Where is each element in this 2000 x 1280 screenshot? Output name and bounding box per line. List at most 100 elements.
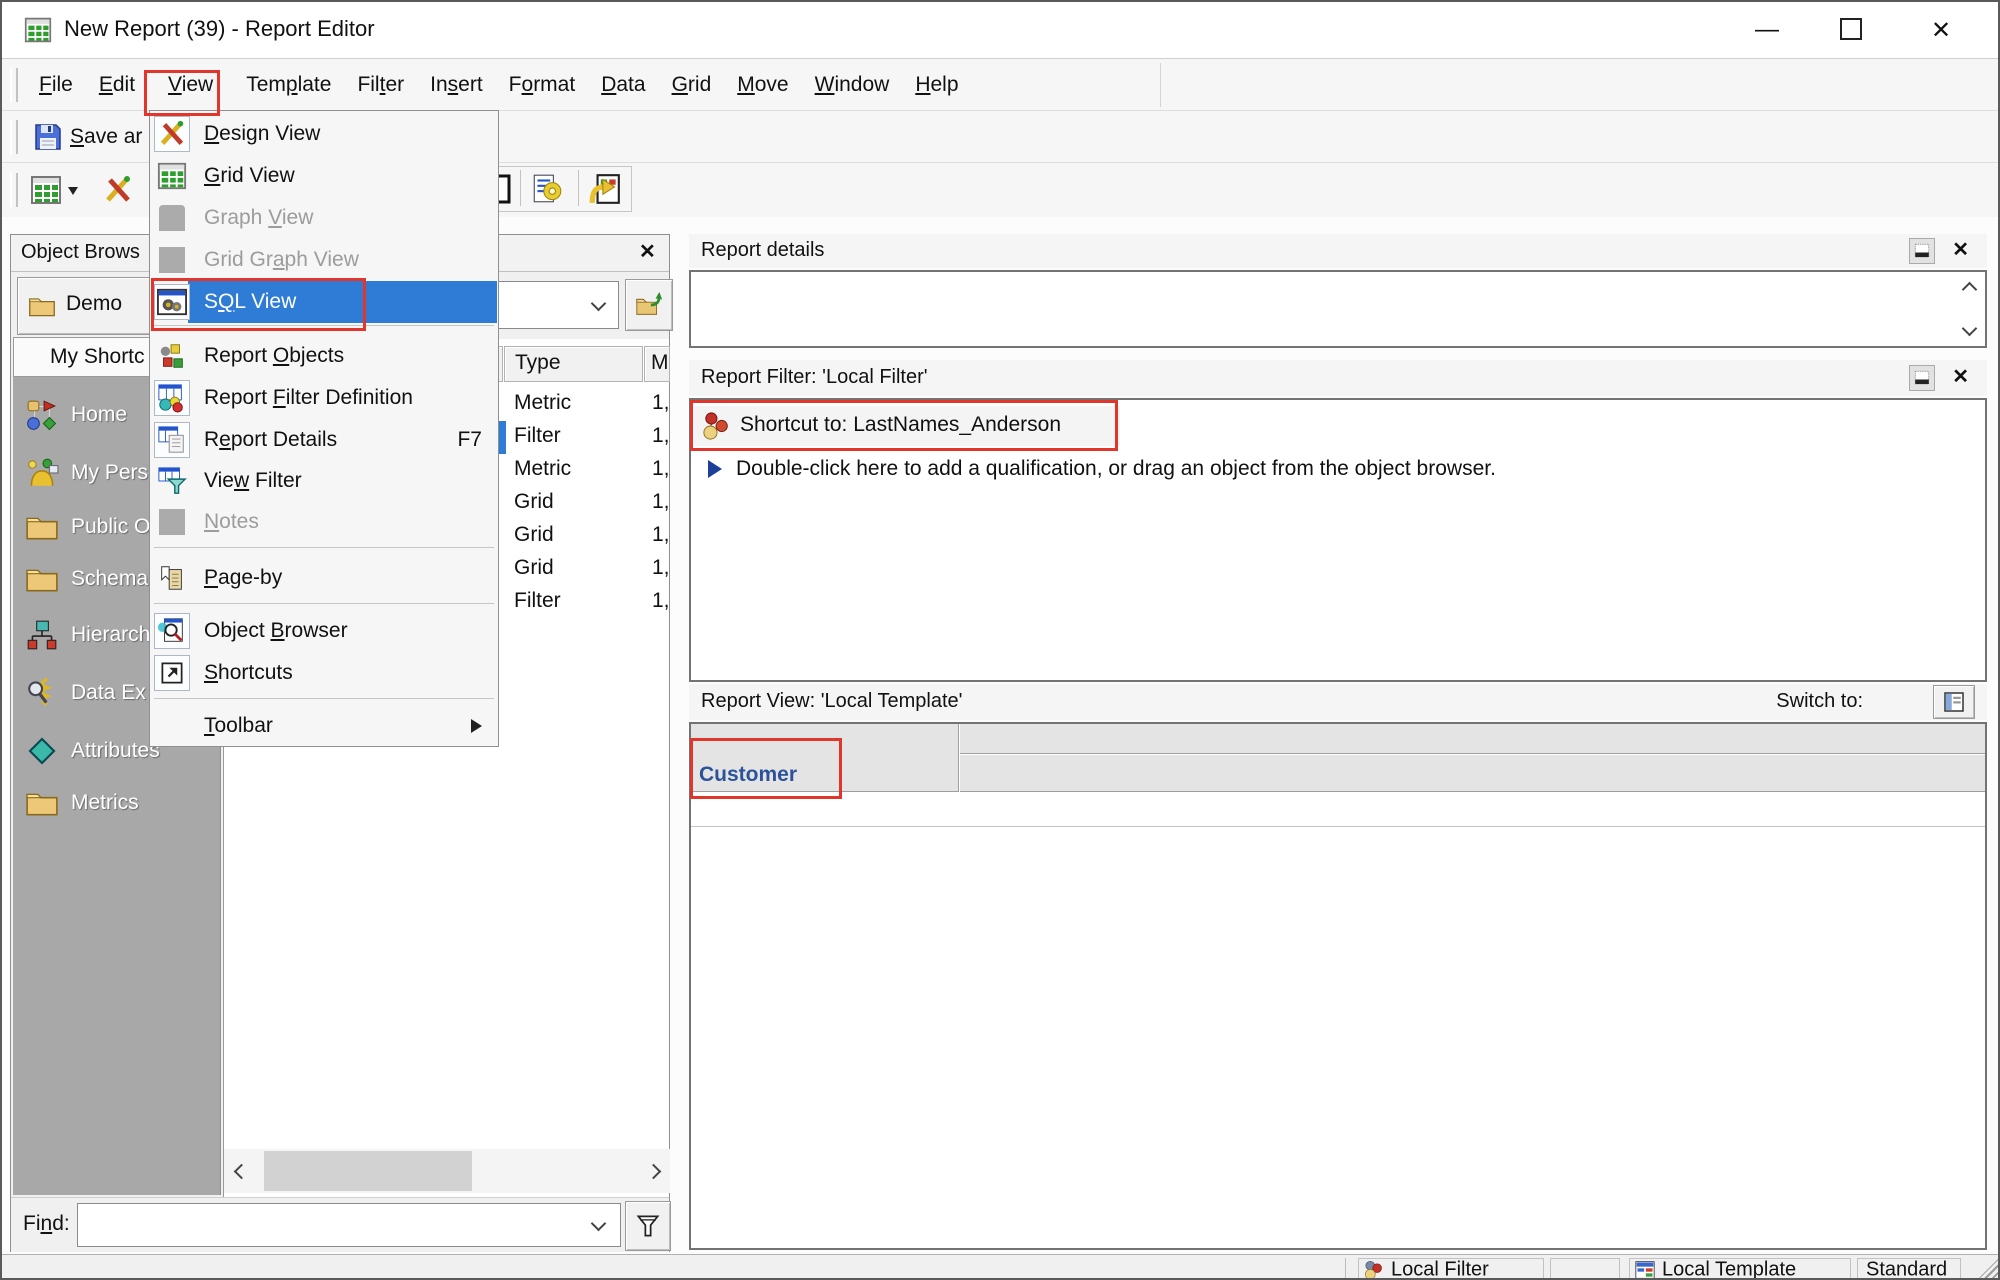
design-view-toolbar-icon[interactable] (102, 174, 134, 212)
grid-graph-view-icon (154, 242, 190, 278)
scrollbar-thumb[interactable] (264, 1151, 472, 1191)
scroll-up-icon[interactable] (1962, 282, 1978, 298)
find-filter-button[interactable] (625, 1201, 671, 1251)
status-local-filter[interactable]: Local Filter (1358, 1258, 1544, 1280)
find-input[interactable] (77, 1203, 621, 1247)
menu-item-shortcuts[interactable]: Shortcuts (150, 652, 498, 694)
attribute-icon (25, 734, 59, 768)
report-filter-title: Report Filter: 'Local Filter' (701, 366, 928, 389)
view-mode-dropdown-arrow[interactable] (68, 187, 78, 195)
view-filter-icon (154, 463, 190, 499)
report-view-panel: Report View: 'Local Template' Switch to:… (689, 684, 1987, 1250)
toolbar2-grip[interactable] (10, 173, 18, 207)
menu-item-view-filter[interactable]: View Filter (150, 460, 498, 502)
scroll-left-icon[interactable] (226, 1151, 256, 1191)
sidebar-item-metrics[interactable]: Metrics (13, 781, 220, 825)
design-view-icon (154, 116, 190, 152)
find-bar: Find: (11, 1197, 669, 1252)
report-details-toolbar-icon[interactable] (530, 172, 564, 212)
report-details-title: Report details (701, 239, 824, 262)
menu-item-design-view[interactable]: Design View (150, 113, 498, 155)
grid-view-toolbar-icon[interactable] (30, 174, 62, 212)
menubar-grip[interactable] (10, 68, 18, 102)
status-mode: Standard (1857, 1258, 1961, 1280)
local-filter-icon (1364, 1260, 1384, 1280)
menu-separator (154, 547, 494, 548)
report-details-content[interactable] (689, 270, 1987, 348)
horizontal-scrollbar[interactable] (224, 1149, 670, 1193)
menu-template[interactable]: Template (233, 73, 344, 97)
menu-separator (154, 698, 494, 699)
menu-item-report-filter-definition[interactable]: Report Filter Definition (150, 377, 498, 419)
panel-dock-icon[interactable] (1909, 238, 1935, 264)
menu-separator (154, 603, 494, 604)
grid-column-axis-bottom[interactable] (960, 755, 1985, 792)
app-grid-icon (24, 16, 52, 44)
switch-view-button[interactable] (1933, 685, 1975, 719)
report-view-title: Report View: 'Local Template' (701, 690, 962, 713)
report-details-header: Report details ✕ (689, 234, 1987, 268)
menu-filter[interactable]: Filter (344, 73, 417, 97)
menu-item-grid-graph-view: Grid Graph View (150, 239, 498, 281)
menu-shortcut-f7: F7 (457, 428, 482, 452)
close-button[interactable]: ✕ (1918, 8, 1964, 52)
menu-item-toolbar[interactable]: Toolbar (150, 705, 498, 747)
save-icon[interactable] (32, 121, 64, 159)
menu-item-grid-view[interactable]: Grid View (150, 155, 498, 197)
menu-edit[interactable]: Edit (86, 73, 148, 97)
report-details-panel: Report details ✕ (689, 234, 1987, 348)
minimize-button[interactable]: — (1744, 8, 1790, 52)
column-header-type[interactable]: Type (504, 346, 643, 382)
up-one-level-button[interactable] (625, 279, 673, 331)
menu-item-notes: Notes (150, 501, 498, 543)
grid-view-icon (154, 158, 190, 194)
scroll-down-icon[interactable] (1962, 321, 1978, 337)
grid-row-line (691, 826, 1985, 827)
current-folder-label: Demo (66, 292, 122, 316)
scroll-right-icon[interactable] (638, 1151, 668, 1191)
toolbar1-grip[interactable] (10, 120, 18, 154)
menu-help[interactable]: Help (902, 73, 971, 97)
status-local-template[interactable]: Local Template (1629, 1258, 1851, 1280)
menu-format[interactable]: Format (496, 73, 589, 97)
chevron-down-icon[interactable] (591, 1216, 607, 1232)
panel-dock-icon[interactable] (1909, 365, 1935, 391)
chevron-down-icon[interactable] (591, 296, 607, 312)
menu-item-object-browser[interactable]: Object Browser (150, 610, 498, 652)
title-bar: New Report (39) - Report Editor — ✕ (2, 2, 1998, 59)
menu-bar: File Edit View Template Filter Insert Fo… (2, 58, 1998, 111)
filter-hint-text: Double-click here to add a qualification… (736, 457, 1496, 481)
menu-file[interactable]: File (26, 73, 86, 97)
report-editor-window: New Report (39) - Report Editor — ✕ File… (0, 0, 2000, 1280)
menubar-band-edge (1160, 63, 1161, 107)
annotation-box-filter-shortcut (690, 400, 1118, 451)
report-filter-close-icon[interactable]: ✕ (1952, 364, 1969, 389)
data-explorer-icon (25, 676, 59, 710)
object-browser-close-icon[interactable]: ✕ (639, 239, 656, 264)
toolbar-separator (520, 170, 521, 206)
menu-data[interactable]: Data (588, 73, 658, 97)
folder-icon (25, 786, 59, 820)
sidebar-item-label: My Pers (71, 461, 148, 485)
menu-item-page-by[interactable]: Page-by (150, 557, 498, 599)
maximize-button[interactable] (1840, 18, 1862, 40)
save-and-close-button[interactable]: Save ar (70, 125, 142, 149)
my-shortcuts-tab-label: My Shortc (50, 345, 145, 369)
toolbar-separator (578, 170, 579, 206)
filter-hint-row[interactable]: Double-click here to add a qualification… (694, 452, 1974, 488)
sidebar-item-label: Schema (71, 567, 148, 591)
menu-move[interactable]: Move (724, 73, 801, 97)
menu-grid[interactable]: Grid (659, 73, 725, 97)
menu-insert[interactable]: Insert (417, 73, 496, 97)
grid-column-axis-top[interactable] (960, 724, 1985, 754)
menu-item-report-details[interactable]: Report Details F7 (150, 419, 498, 461)
menu-item-report-objects[interactable]: Report Objects (150, 335, 498, 377)
menu-window[interactable]: Window (802, 73, 903, 97)
qualification-arrow-icon (708, 460, 722, 478)
column-header-modified[interactable]: M (644, 346, 670, 382)
resize-grip[interactable] (1978, 1259, 1998, 1279)
export-toolbar-icon[interactable] (588, 172, 622, 212)
sidebar-item-label: Attributes (71, 739, 160, 763)
report-details-close-icon[interactable]: ✕ (1952, 237, 1969, 262)
statusbar-divider (1345, 1258, 1346, 1279)
